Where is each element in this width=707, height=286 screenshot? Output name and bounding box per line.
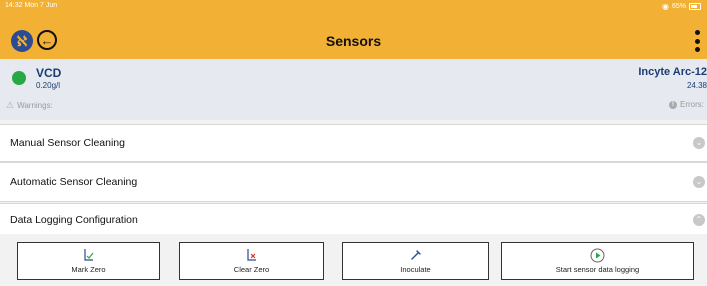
section-label: Data Logging Configuration [10,214,138,226]
warnings: ⚠ Warnings: [6,100,53,111]
sensor-value: 0.20g/l [36,81,61,90]
device-value: 24.38 [686,81,707,90]
chevron-down-icon[interactable]: ⌄ [693,137,705,149]
chevron-down-icon[interactable]: ⌄ [693,176,705,188]
more-vertical-icon[interactable] [693,30,701,52]
battery-icon [689,3,701,10]
clear-zero-icon [245,248,259,262]
warnings-label: Warnings: [17,101,53,110]
section-label: Manual Sensor Cleaning [10,137,125,149]
mark-zero-icon [82,248,96,262]
start-sensor-data-logging-button[interactable]: Start sensor data logging [501,242,694,280]
error-icon: ! [669,100,677,109]
sensor-summary-panel [0,59,707,120]
clear-zero-button[interactable]: Clear Zero [179,242,324,280]
section-manual-sensor-cleaning[interactable]: Manual Sensor Cleaning ⌄ [0,124,707,162]
section-automatic-sensor-cleaning[interactable]: Automatic Sensor Cleaning ⌄ [0,162,707,202]
battery-percent: 65% [671,3,686,10]
pipette-icon [409,248,423,262]
wifi-icon: ◉ [662,2,669,11]
chevron-up-icon[interactable]: ⌃ [693,214,705,226]
page-title: Sensors [325,33,382,49]
clear-zero-label: Clear Zero [233,265,270,274]
sensor-name: VCD [36,66,62,80]
section-label: Automatic Sensor Cleaning [10,176,138,188]
mark-zero-label: Mark Zero [71,265,106,274]
status-indicator [12,71,26,85]
inoculate-button[interactable]: Inoculate [342,242,489,280]
section-data-logging-configuration[interactable]: Data Logging Configuration ⌃ [0,203,707,235]
status-time: 14:32 Mon 7 Jun [5,2,58,9]
inoculate-label: Inoculate [400,265,431,274]
start-logging-label: Start sensor data logging [555,265,640,274]
device-name: Incyte Arc-12 [638,66,707,78]
play-circle-icon [590,248,605,262]
errors-label: Errors: [680,100,704,109]
warning-icon: ⚠ [6,100,15,110]
mark-zero-button[interactable]: Mark Zero [17,242,160,280]
status-bar: 14:32 Mon 7 Jun ◉ 65% [0,0,707,16]
errors: ! Errors: [669,100,704,109]
status-indicators: ◉ 65% [662,2,701,11]
